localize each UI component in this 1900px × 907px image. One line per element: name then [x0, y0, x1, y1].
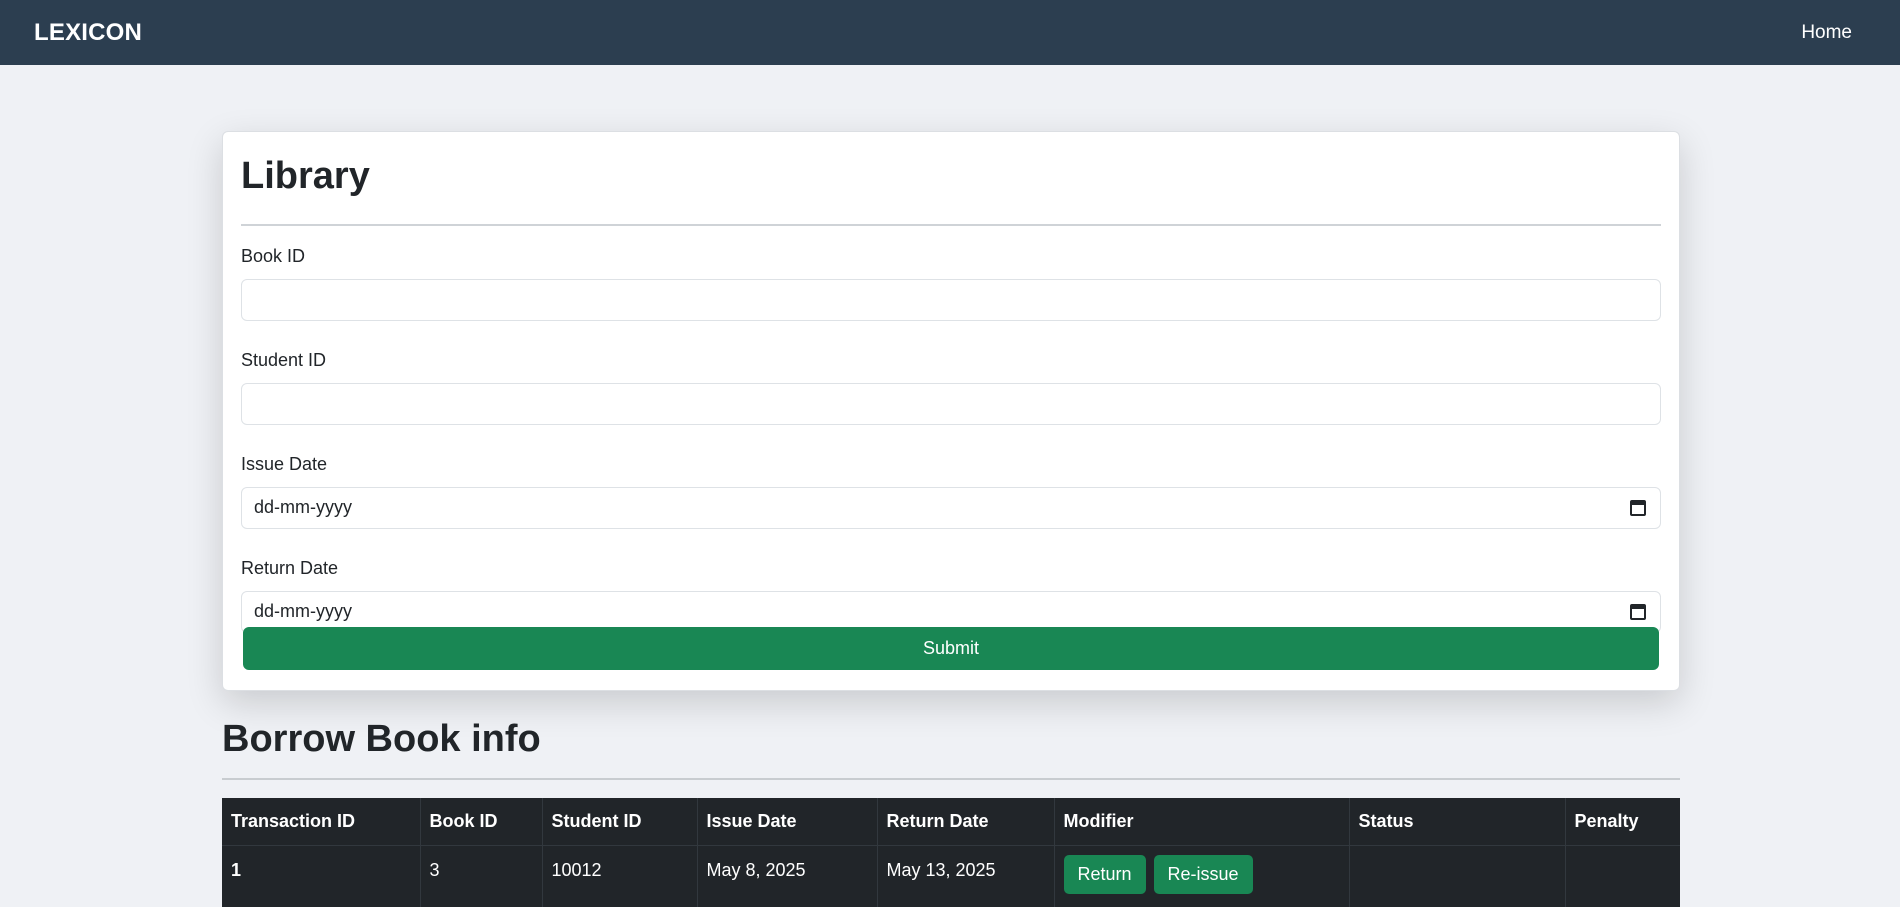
cell-penalty — [1565, 845, 1680, 907]
col-book-id[interactable]: Book ID — [420, 798, 543, 845]
brand-logo[interactable]: LEXICON — [34, 19, 142, 47]
section-divider — [222, 778, 1680, 780]
cell-transaction-id: 1 — [222, 845, 421, 907]
book-id-input[interactable] — [241, 278, 1661, 321]
form-divider — [241, 223, 1661, 226]
cell-student-id: 10012 — [542, 845, 698, 907]
cell-book-id: 3 — [420, 845, 543, 907]
calendar-icon[interactable] — [1630, 499, 1646, 516]
col-return-date[interactable]: Return Date — [877, 798, 1055, 845]
cell-issue-date: May 8, 2025 — [697, 845, 878, 907]
table-header-row: Transaction ID Book ID Student ID Issue … — [222, 798, 1680, 845]
cell-return-date: May 13, 2025 — [877, 845, 1055, 907]
col-modifier[interactable]: Modifier — [1054, 798, 1350, 845]
return-date-placeholder: dd-mm-yyyy — [254, 601, 352, 622]
cell-modifier: Return Re-issue — [1054, 845, 1350, 907]
borrow-table: Transaction ID Book ID Student ID Issue … — [222, 798, 1680, 907]
return-button[interactable]: Return — [1063, 854, 1146, 894]
calendar-icon[interactable] — [1630, 603, 1646, 620]
form-title: Library — [241, 155, 370, 197]
nav-home-link[interactable]: Home — [1801, 22, 1852, 44]
col-transaction-id[interactable]: Transaction ID — [222, 798, 421, 845]
borrow-section-title: Borrow Book info — [222, 718, 541, 760]
issue-date-input[interactable]: dd-mm-yyyy — [241, 486, 1661, 529]
col-student-id[interactable]: Student ID — [542, 798, 698, 845]
table-row: 1 3 10012 May 8, 2025 May 13, 2025 Retur… — [222, 845, 1680, 907]
issue-date-placeholder: dd-mm-yyyy — [254, 497, 352, 518]
return-date-label: Return Date — [241, 557, 339, 578]
col-penalty[interactable]: Penalty — [1565, 798, 1680, 845]
submit-button[interactable]: Submit — [243, 627, 1659, 670]
library-form-card: Library Book ID Student ID Issue Date dd… — [222, 131, 1680, 691]
top-navbar: LEXICON Home — [0, 0, 1900, 65]
issue-date-label: Issue Date — [241, 453, 328, 474]
cell-status — [1349, 845, 1566, 907]
borrow-table-container: Transaction ID Book ID Student ID Issue … — [222, 798, 1680, 907]
col-status[interactable]: Status — [1349, 798, 1566, 845]
reissue-button[interactable]: Re-issue — [1153, 854, 1253, 894]
student-id-input[interactable] — [241, 382, 1661, 425]
book-id-label: Book ID — [241, 245, 306, 266]
student-id-label: Student ID — [241, 349, 327, 370]
col-issue-date[interactable]: Issue Date — [697, 798, 878, 845]
